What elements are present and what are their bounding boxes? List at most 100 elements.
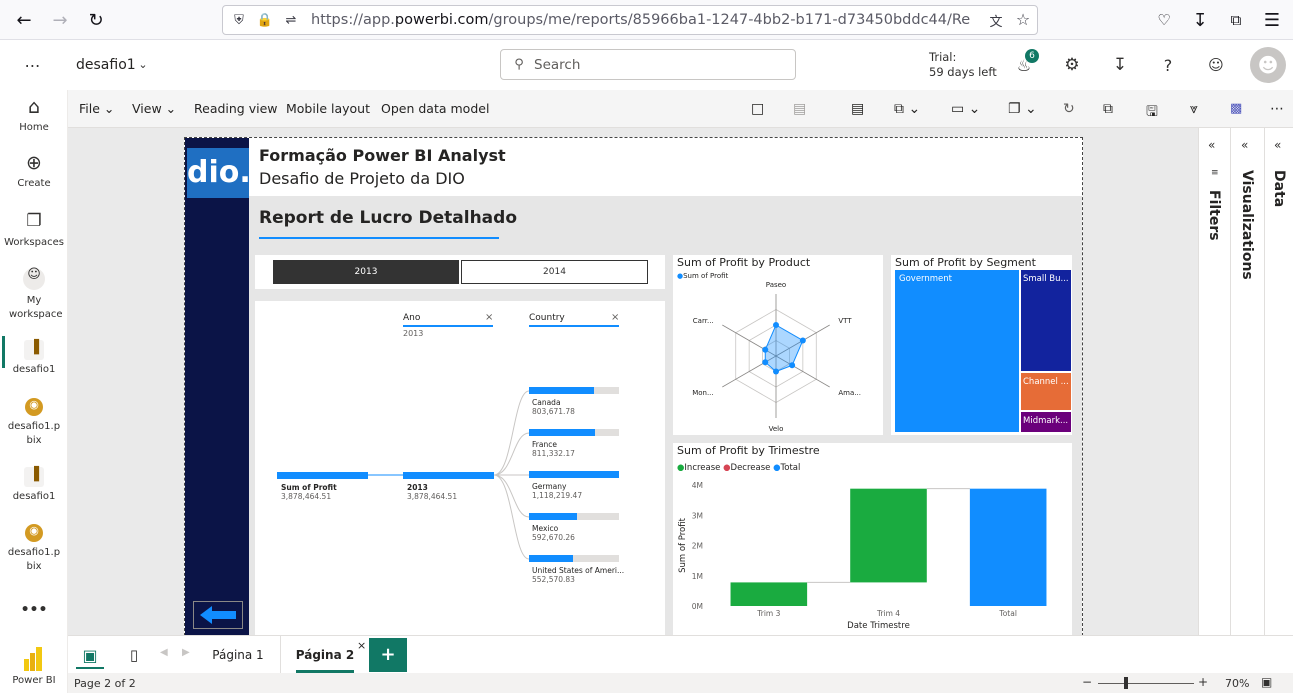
prev-page-icon[interactable]: ◀ xyxy=(160,647,168,658)
reading-view-button[interactable]: Reading view xyxy=(194,101,278,116)
slicer-button-2014[interactable]: 2014 xyxy=(461,260,648,284)
comment-icon[interactable]: □ xyxy=(751,101,764,117)
radar-point[interactable] xyxy=(789,362,796,369)
dataset-icon: ◉ xyxy=(25,398,43,416)
gear-icon[interactable]: ⚙ xyxy=(1061,54,1083,76)
visualizations-pane[interactable]: « Visualizations xyxy=(1230,128,1264,635)
save-icon[interactable]: 🖫 xyxy=(1146,101,1158,125)
pin-icon[interactable]: ⩔ xyxy=(1190,101,1198,117)
country-bar-track[interactable] xyxy=(529,471,619,478)
radar-point[interactable] xyxy=(762,359,769,366)
collapse-icon[interactable]: « xyxy=(1274,138,1281,152)
country-name: France xyxy=(532,440,557,449)
tab-pagina-1[interactable]: Página 1 xyxy=(196,636,281,674)
extensions-icon[interactable]: ⧉ xyxy=(1224,8,1248,32)
search-input[interactable]: ⚲ Search xyxy=(500,49,796,80)
help-icon[interactable]: ? xyxy=(1157,54,1179,76)
nav-my-workspace[interactable]: ☺ My workspace xyxy=(0,268,68,322)
mobile-layout-button[interactable]: Mobile layout xyxy=(286,101,370,116)
collapse-icon[interactable]: « xyxy=(1208,138,1215,152)
nav-my-workspace-label: My workspace xyxy=(9,295,63,320)
radar-point[interactable] xyxy=(799,337,806,344)
nav-report-desafio1[interactable]: ▐ desafio1 xyxy=(0,467,68,502)
smart-narrative-icon[interactable]: ▤ xyxy=(793,101,806,117)
nav-powerbi[interactable]: Power BI xyxy=(0,647,68,686)
lock-icon[interactable]: 🔒 xyxy=(257,11,273,29)
report-name[interactable]: desafio1 xyxy=(76,57,136,73)
next-page-icon[interactable]: ▶ xyxy=(182,647,190,658)
feedback-icon[interactable]: ☺ xyxy=(1205,54,1227,76)
nav-dataset-desafio1[interactable]: ◉ desafio1.pbix xyxy=(0,398,68,448)
add-page-button[interactable]: + xyxy=(369,638,407,672)
filters-pane[interactable]: « ≡ Filters xyxy=(1198,128,1230,635)
avatar[interactable]: ☻ xyxy=(1250,47,1286,83)
downloads-icon[interactable]: ↧ xyxy=(1188,8,1212,32)
treemap-tile-small-business[interactable]: Small Bu... xyxy=(1021,270,1071,371)
zoom-in-icon[interactable]: + xyxy=(1198,675,1208,689)
pocket-icon[interactable]: ♡ xyxy=(1152,8,1176,32)
reload-icon[interactable]: ↻ xyxy=(84,8,108,32)
zoom-out-icon[interactable]: − xyxy=(1082,675,1092,689)
nav-workspaces[interactable]: ❐ Workspaces xyxy=(0,211,68,248)
copy-icon[interactable]: ⧉ xyxy=(1103,101,1113,117)
permissions-icon[interactable]: ⇌ xyxy=(283,11,299,29)
app-launcher-icon[interactable]: ⋯ xyxy=(22,54,44,76)
phone-view-icon[interactable]: ▯ xyxy=(124,644,144,666)
zoom-slider-track[interactable] xyxy=(1098,683,1194,684)
report-heading: Report de Lucro Detalhado xyxy=(259,208,517,228)
forward-icon[interactable]: → xyxy=(48,8,72,32)
open-data-model-button[interactable]: Open data model xyxy=(381,101,489,116)
refresh-icon[interactable]: ↻ xyxy=(1063,101,1075,117)
present-icon[interactable]: ▭ ⌄ xyxy=(951,101,980,117)
notification-badge: 6 xyxy=(1025,49,1039,63)
x-axis-title: Date Trimestre xyxy=(847,621,910,631)
back-icon[interactable]: ← xyxy=(12,8,36,32)
back-arrow-button[interactable] xyxy=(193,601,243,629)
view-menu[interactable]: View ⌄ xyxy=(132,101,176,116)
collapse-icon[interactable]: « xyxy=(1241,138,1248,152)
country-value: 592,670.26 xyxy=(532,533,575,542)
bookmark-star-icon[interactable]: ☆ xyxy=(1014,10,1032,29)
file-menu[interactable]: File ⌄ xyxy=(79,101,114,116)
waterfall-bar[interactable] xyxy=(969,488,1047,606)
waterfall-bar[interactable] xyxy=(730,582,808,606)
nav-report-desafio1-active[interactable]: ▐ desafio1 xyxy=(0,340,68,375)
notes-icon[interactable]: ▤ xyxy=(851,101,864,117)
desktop-view-icon[interactable]: ▣ xyxy=(78,644,102,666)
treemap-tile-government[interactable]: Government xyxy=(895,270,1019,432)
nav-dataset-label-2: desafio1.pbix xyxy=(7,547,61,572)
translate-icon[interactable]: 文 xyxy=(987,11,1005,30)
country-bar-track[interactable] xyxy=(529,387,619,394)
shapes-icon[interactable]: ⧉ ⌄ xyxy=(894,101,920,117)
shield-icon[interactable]: ⛨ xyxy=(231,11,247,29)
radar-point[interactable] xyxy=(762,346,769,353)
radar-point[interactable] xyxy=(773,368,779,375)
address-bar[interactable]: ⛨ 🔒 ⇌ https://app.powerbi.com/groups/me/… xyxy=(222,5,1038,35)
data-pane[interactable]: « Data xyxy=(1264,128,1293,635)
chevron-down-icon[interactable]: ⌄ xyxy=(137,57,149,71)
radar-point[interactable] xyxy=(773,322,779,328)
fit-to-page-icon[interactable]: ▣ xyxy=(1261,675,1272,689)
duplicate-icon[interactable]: ❐ ⌄ xyxy=(1008,101,1037,117)
tab-pagina-2[interactable]: Página 2 xyxy=(282,636,368,674)
country-bar-track[interactable] xyxy=(529,555,619,562)
menu-icon[interactable]: ☰ xyxy=(1260,8,1284,32)
waterfall-bar[interactable] xyxy=(850,488,927,583)
treemap-tile-channel-partners[interactable]: Channel ... xyxy=(1021,373,1071,410)
year-bar[interactable] xyxy=(403,472,494,479)
nav-home[interactable]: ⌂ Home xyxy=(0,96,68,133)
close-tab-icon[interactable]: × xyxy=(357,639,366,652)
zoom-slider-thumb[interactable] xyxy=(1124,677,1128,689)
teams-icon[interactable]: ▩ xyxy=(1230,101,1242,116)
nav-create[interactable]: ⊕ Create xyxy=(0,152,68,189)
country-bar-track[interactable] xyxy=(529,429,619,436)
zoom-level: 70% xyxy=(1225,677,1250,690)
treemap-tile-midmarket[interactable]: Midmark... xyxy=(1021,412,1071,432)
country-bar-track[interactable] xyxy=(529,513,619,520)
root-bar[interactable] xyxy=(277,472,368,479)
more-icon[interactable]: ••• xyxy=(0,602,68,618)
nav-dataset-desafio1-2[interactable]: ◉ desafio1.pbix xyxy=(0,524,68,574)
slicer-button-2013[interactable]: 2013 xyxy=(273,260,459,284)
more-options-icon[interactable]: ⋯ xyxy=(1270,101,1284,117)
download-icon[interactable]: ↧ xyxy=(1109,54,1131,76)
